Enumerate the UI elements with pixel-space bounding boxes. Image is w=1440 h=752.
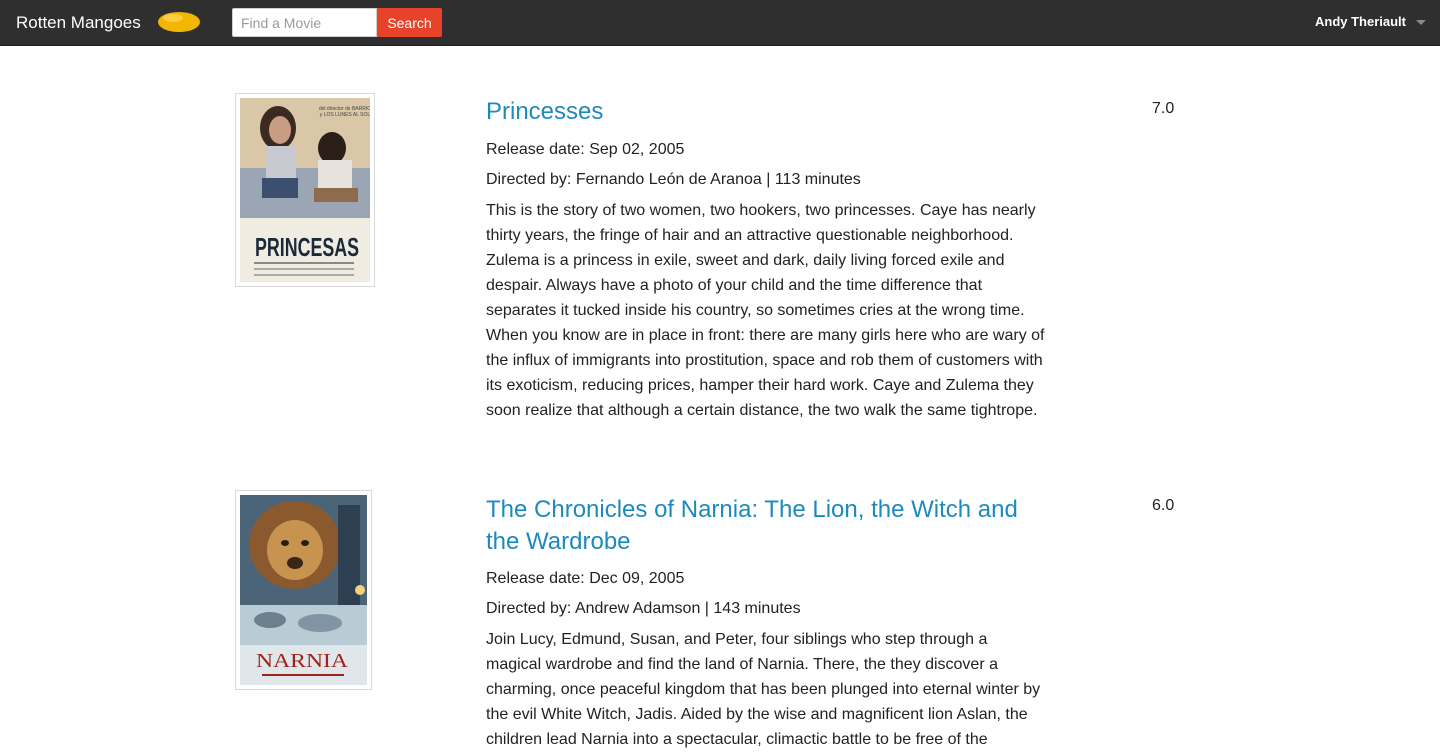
user-menu[interactable]: Andy Theriault <box>1315 14 1426 29</box>
svg-text:PRINCESAS: PRINCESAS <box>255 232 359 262</box>
movie-description: This is the story of two women, two hook… <box>486 202 1045 419</box>
directed-label: Directed by: <box>486 171 572 188</box>
release-date: Dec 09, 2005 <box>589 570 685 587</box>
runtime: 143 minutes <box>713 600 801 617</box>
movie-info: The Chronicles of Narnia: The Lion, the … <box>486 494 1046 752</box>
movie-poster[interactable]: del director de BARRIO y LOS LUNES AL SO… <box>235 93 375 287</box>
director-name: Fernando León de Aranoa <box>575 171 762 188</box>
mango-icon <box>158 12 201 33</box>
caret-down-icon <box>1416 19 1426 25</box>
narnia-poster-image: NARNIA <box>240 495 367 685</box>
runtime: 113 minutes <box>774 171 861 188</box>
release-date: Sep 02, 2005 <box>589 141 685 158</box>
svg-text:NARNIA: NARNIA <box>256 650 349 672</box>
movie-description: Join Lucy, Edmund, Susan, and Peter, fou… <box>486 631 1041 748</box>
release-line: Release date: Sep 02, 2005 <box>486 140 1046 160</box>
separator: | <box>704 600 709 617</box>
movie-info: Princesses Release date: Sep 02, 2005 Di… <box>486 96 1046 423</box>
movie-title-link[interactable]: Princesses <box>486 98 603 125</box>
user-name: Andy Theriault <box>1314 14 1406 29</box>
director-name: Andrew Adamson <box>574 600 701 617</box>
release-label: Release date: <box>486 141 585 158</box>
brand-link[interactable]: Rotten Mangoes <box>16 12 141 34</box>
release-line: Release date: Dec 09, 2005 <box>486 569 1046 589</box>
movie-rating: 6.0 <box>1152 497 1175 514</box>
release-label: Release date: <box>486 570 585 587</box>
director-line: Directed by: Fernando León de Aranoa | 1… <box>486 170 1046 190</box>
svg-text:y LOS LUNES AL SOL: y LOS LUNES AL SOL <box>320 112 370 118</box>
separator: | <box>766 171 771 188</box>
movie-rating: 7.0 <box>1152 100 1175 117</box>
top-navbar: Rotten Mangoes Search Andy Theriault <box>0 0 1440 46</box>
director-line: Directed by: Andrew Adamson | 143 minute… <box>486 599 1046 619</box>
search-button[interactable]: Search <box>377 8 442 37</box>
search-input[interactable] <box>232 8 377 37</box>
movie-poster[interactable]: NARNIA <box>235 490 372 690</box>
directed-label: Directed by: <box>486 600 572 617</box>
princesas-poster-image: del director de BARRIO y LOS LUNES AL SO… <box>240 98 370 282</box>
movie-title-link[interactable]: The Chronicles of Narnia: The Lion, the … <box>486 496 1018 555</box>
